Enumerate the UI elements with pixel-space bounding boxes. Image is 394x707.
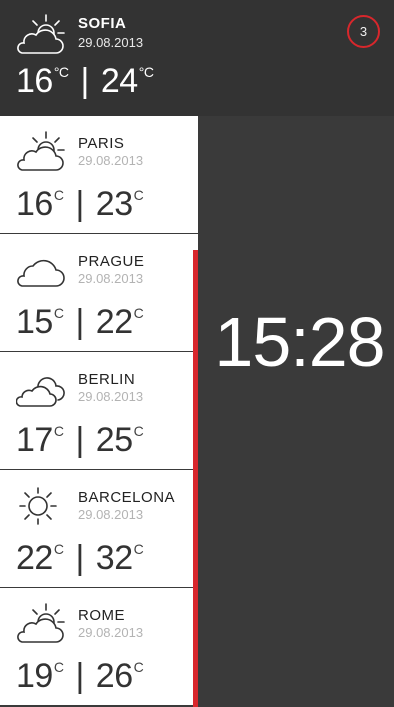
city-card-berlin[interactable]: BERLIN 29.08.2013 17C | 25C — [0, 352, 198, 470]
city-name: ROME — [78, 607, 125, 624]
temp-unit: °C — [138, 64, 154, 80]
partly-cloudy-icon — [17, 14, 65, 54]
current-city-name: SOFIA — [78, 15, 127, 32]
city-list: PARIS 29.08.2013 16C | 23C PRAGUE 29.08.20… — [0, 116, 198, 706]
temp-high: 24 — [100, 62, 138, 100]
notification-badge[interactable]: 3 — [347, 15, 380, 48]
partly-cloudy-icon — [17, 603, 65, 643]
temp-unit: C — [53, 541, 64, 557]
cloudy-icon — [16, 377, 65, 407]
city-card-barcelona[interactable]: BARCELONA 29.08.2013 22C | 32C — [0, 470, 198, 588]
city-card-paris[interactable]: PARIS 29.08.2013 16C | 23C — [0, 116, 198, 234]
temp-unit: C — [133, 423, 144, 439]
temp-separator: | — [75, 185, 84, 223]
partly-cloudy-icon — [17, 131, 65, 171]
temp-separator: | — [80, 62, 90, 100]
city-date: 29.08.2013 — [78, 507, 144, 522]
city-name: PRAGUE — [78, 253, 145, 270]
city-temps: 19C | 26C — [16, 657, 144, 696]
city-card-prague[interactable]: PRAGUE 29.08.2013 15C | 22C — [0, 234, 198, 352]
city-name: PARIS — [78, 135, 125, 152]
temp-unit: °C — [53, 64, 69, 80]
temp-low: 22 — [16, 539, 53, 577]
temp-separator: | — [75, 539, 84, 577]
badge-count: 3 — [359, 24, 368, 39]
temp-high: 22 — [95, 303, 133, 341]
temp-low: 19 — [16, 657, 53, 695]
temp-high: 25 — [95, 421, 133, 459]
temp-unit: C — [133, 659, 144, 675]
city-temps: 16C | 23C — [16, 185, 144, 224]
city-name: BERLIN — [78, 371, 136, 388]
temp-unit: C — [53, 423, 64, 439]
temp-low: 15 — [16, 303, 53, 341]
temp-high: 32 — [95, 539, 133, 577]
clock-time: 15:28 — [214, 303, 385, 381]
city-date: 29.08.2013 — [78, 389, 144, 404]
city-temps: 17C | 25C — [16, 421, 144, 460]
city-date: 29.08.2013 — [78, 625, 144, 640]
city-date: 29.08.2013 — [78, 153, 144, 168]
temp-separator: | — [75, 421, 84, 459]
temp-unit: C — [53, 187, 64, 203]
temp-unit: C — [133, 541, 144, 557]
temp-high: 26 — [95, 657, 133, 695]
temp-unit: C — [133, 187, 144, 203]
city-name: BARCELONA — [78, 489, 176, 506]
temp-separator: | — [75, 303, 84, 341]
temp-separator: | — [75, 657, 84, 695]
city-date: 29.08.2013 — [78, 271, 144, 286]
temp-unit: C — [53, 659, 64, 675]
temp-low: 16 — [16, 185, 53, 223]
city-card-rome[interactable]: ROME 29.08.2013 19C | 26C — [0, 588, 198, 706]
accent-divider — [193, 250, 198, 707]
temp-high: 23 — [95, 185, 133, 223]
sun-icon — [19, 487, 57, 525]
cloud-icon — [17, 259, 65, 287]
city-temps: 22C | 32C — [16, 539, 144, 578]
current-city-date: 29.08.2013 — [78, 35, 144, 50]
city-temps: 15C | 22C — [16, 303, 144, 342]
temp-low: 17 — [16, 421, 53, 459]
temp-unit: C — [53, 305, 64, 321]
current-city-header[interactable]: SOFIA 29.08.2013 16°C | 24°C — [0, 0, 394, 116]
temp-unit: C — [133, 305, 144, 321]
current-city-temps: 16°C | 24°C — [16, 62, 154, 101]
temp-low: 16 — [16, 62, 53, 100]
